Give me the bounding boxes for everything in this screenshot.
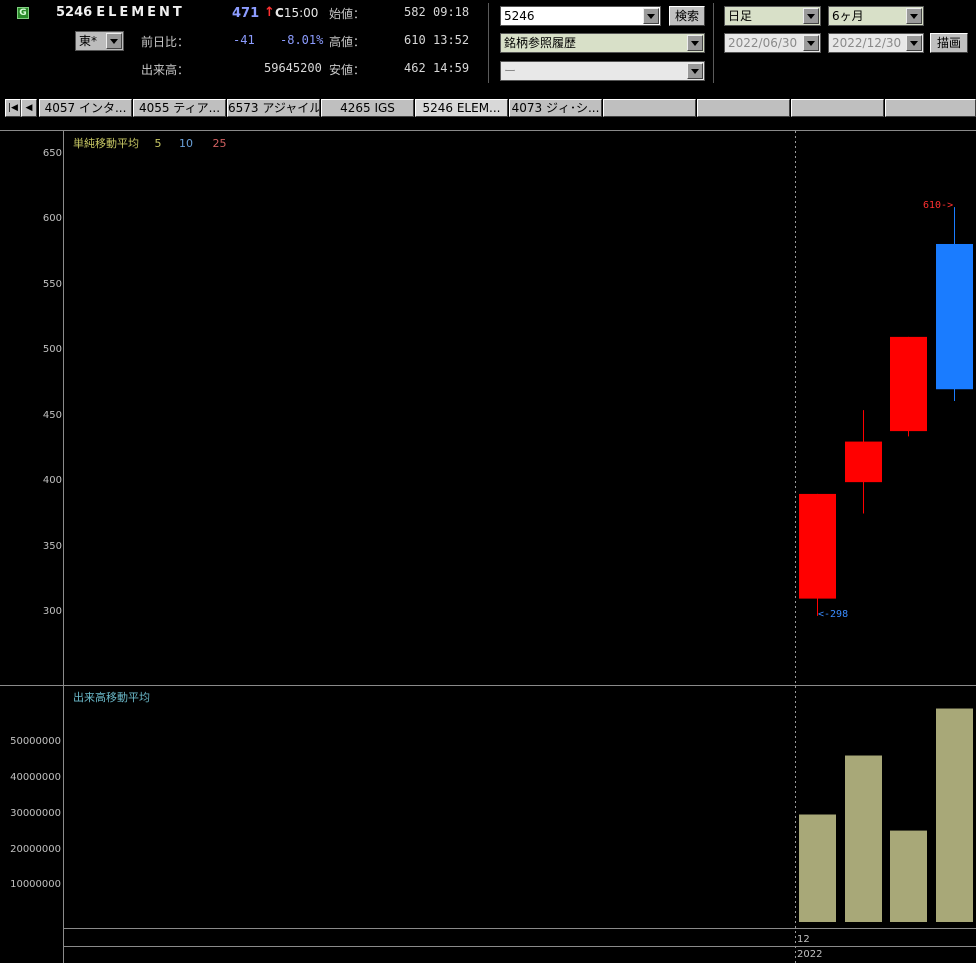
volume-bar xyxy=(936,708,973,922)
candle-body xyxy=(845,441,882,483)
candle-body xyxy=(890,336,927,432)
volume-bar xyxy=(799,814,836,922)
candlestick-chart xyxy=(795,131,973,963)
candle-body xyxy=(799,493,836,599)
volume-bar xyxy=(845,755,882,922)
candle-body xyxy=(936,243,973,390)
volume-bar xyxy=(890,830,927,922)
